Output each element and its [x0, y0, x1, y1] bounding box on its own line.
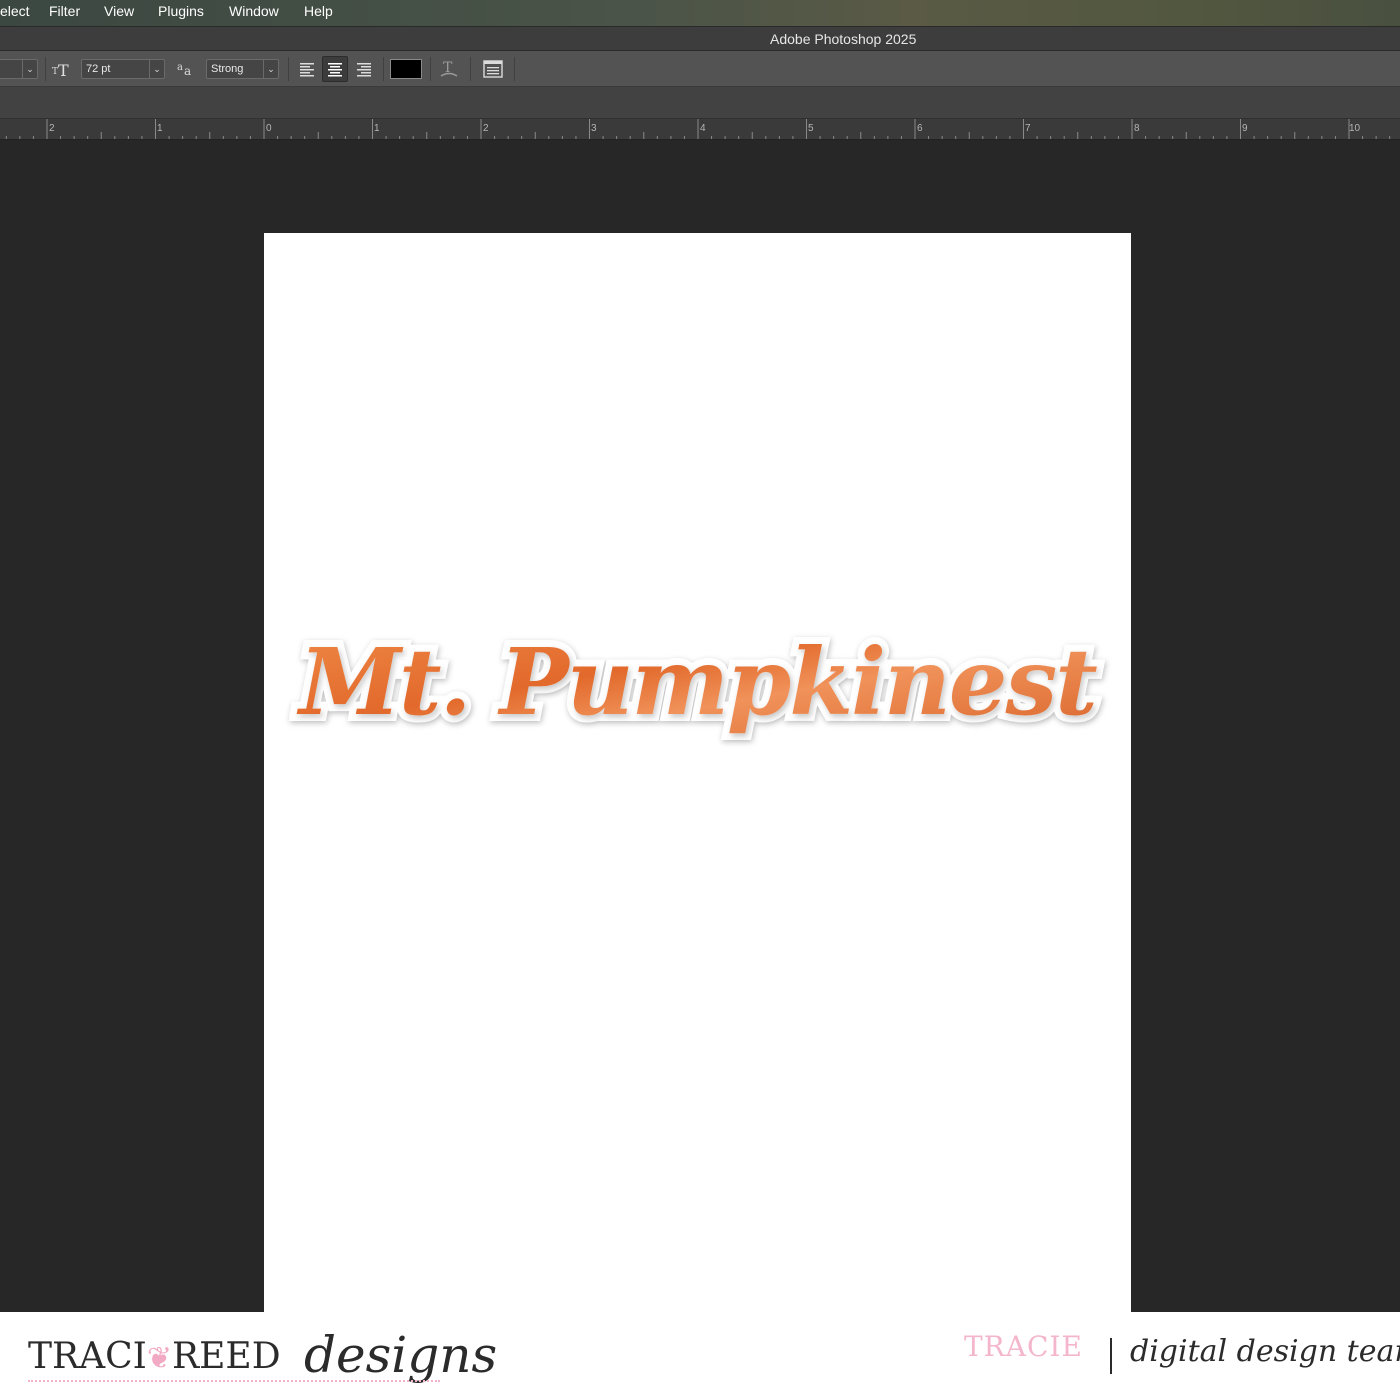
title-bar: Adobe Photoshop 2025 [0, 26, 1400, 51]
menu-filter[interactable]: Filter [49, 3, 80, 19]
brand-logo-dots [28, 1380, 440, 1384]
ruler-label: 10 [1349, 123, 1361, 134]
document-tab-strip [0, 87, 1400, 119]
divider [288, 57, 289, 81]
chevron-down-icon: ⌄ [22, 60, 37, 78]
ruler-label: 8 [1134, 123, 1140, 134]
brand-logo: TRACI❦REED designs [28, 1326, 497, 1390]
align-right-button[interactable] [351, 56, 377, 82]
ruler-label: 5 [808, 123, 814, 134]
window-title: Adobe Photoshop 2025 [770, 31, 917, 47]
svg-text:a: a [177, 62, 183, 73]
title-text: Mt. Pumpkinest [264, 628, 1131, 736]
menu-bar: elect Filter View Plugins Window Help [0, 0, 1400, 26]
chevron-down-icon: ⌄ [263, 60, 278, 78]
ruler-label: 6 [917, 123, 923, 134]
leaf-icon: ❦ [146, 1341, 173, 1376]
text-size-icon: T T [50, 58, 72, 80]
brand-logo-script: designs [304, 1326, 498, 1384]
divider [514, 57, 515, 81]
menu-help[interactable]: Help [304, 3, 333, 19]
footer-tagline: digital design team [1130, 1334, 1400, 1369]
designer-name: TRACIE [964, 1330, 1083, 1363]
ruler-label: 4 [700, 123, 706, 134]
character-paragraph-panel-icon [483, 60, 503, 78]
horizontal-ruler[interactable]: 2 1 0 1 2 3 4 5 6 7 8 9 10 [0, 119, 1400, 140]
panels-button[interactable] [482, 58, 504, 80]
menu-select[interactable]: elect [0, 3, 30, 19]
chevron-down-icon: ⌄ [149, 60, 164, 78]
antialias-icon: a a [175, 58, 197, 80]
antialias-value: Strong [211, 63, 244, 75]
options-bar: ⌄ T T 72 pt ⌄ a a Strong ⌄ T [0, 51, 1400, 87]
font-size-value: 72 pt [86, 63, 111, 75]
brand-logo-traci: TRACI❦REED [28, 1336, 281, 1377]
ruler-label: 1 [374, 123, 380, 134]
antialias-dropdown[interactable]: Strong ⌄ [206, 59, 279, 79]
divider [45, 57, 46, 81]
divider [470, 57, 471, 81]
document-canvas[interactable]: Mt. Pumpkinest Mt. Pumpkinest [264, 233, 1131, 1312]
warp-text-button[interactable]: T [438, 58, 460, 80]
align-left-icon [300, 63, 314, 77]
align-center-button[interactable] [322, 56, 348, 82]
menu-view[interactable]: View [104, 3, 134, 19]
ruler-label: 7 [1025, 123, 1031, 134]
svg-text:T: T [58, 61, 69, 80]
ruler-label: 2 [49, 123, 55, 134]
footer-divider [1110, 1338, 1112, 1374]
ruler-label: 2 [483, 123, 489, 134]
brand-logo-word: TRACI [28, 1336, 147, 1377]
ruler-label: 3 [591, 123, 597, 134]
font-size-dropdown[interactable]: 72 pt ⌄ [81, 59, 165, 79]
align-right-icon [357, 63, 371, 77]
divider [430, 57, 431, 81]
align-center-icon [328, 63, 342, 77]
text-color-swatch[interactable] [390, 59, 422, 79]
ruler-label: 9 [1242, 123, 1248, 134]
warp-text-icon: T [440, 60, 458, 77]
divider [383, 57, 384, 81]
title-text-layer[interactable]: Mt. Pumpkinest Mt. Pumpkinest [264, 621, 1131, 743]
menu-plugins[interactable]: Plugins [158, 3, 204, 19]
ruler-label: 1 [157, 123, 163, 134]
brand-logo-word: REED [172, 1336, 281, 1377]
menu-window[interactable]: Window [229, 3, 279, 19]
svg-text:a: a [184, 64, 191, 78]
font-style-dropdown[interactable]: ⌄ [0, 59, 38, 79]
align-left-button[interactable] [295, 56, 321, 82]
ruler-label: 0 [266, 123, 272, 134]
